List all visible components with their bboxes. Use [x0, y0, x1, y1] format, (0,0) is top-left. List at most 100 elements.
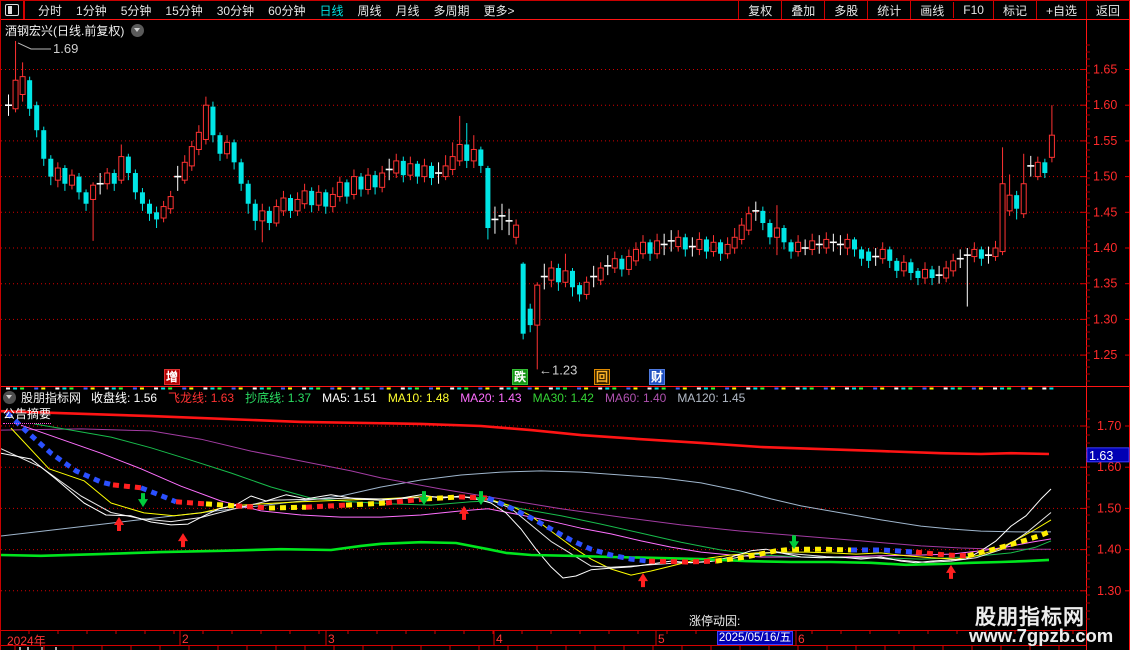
candle-down [1042, 162, 1048, 174]
candle-up [90, 184, 97, 200]
candle-down [485, 168, 491, 229]
indicator-value: MA60: 1.40 [604, 390, 667, 405]
candle-down [619, 258, 625, 270]
candle-up [513, 224, 520, 238]
rainbow-dotted-line [305, 502, 347, 510]
candle-down [210, 106, 216, 136]
ribbon-mark [929, 387, 934, 390]
period-menu-item[interactable]: 60分钟 [268, 2, 305, 19]
indicator-value: 抄底线: 1.37 [245, 390, 312, 405]
indicator-values: 收盘线: 1.56 飞龙线: 1.63 抄底线: 1.37 MA5: 1.51 MA10… [91, 389, 756, 406]
candle-down [760, 210, 766, 224]
tool-menu-item[interactable]: 返回 [1085, 1, 1129, 20]
ribbon-mark [943, 387, 948, 390]
candle-down [908, 262, 914, 273]
indicator-value: MA120: 1.45 [677, 390, 746, 405]
candle-up [442, 165, 449, 178]
rainbow-dotted-line [205, 501, 237, 509]
indicator-value: 飞龙线: 1.63 [168, 390, 235, 405]
candle-down [111, 173, 117, 184]
limit-up-reason-label: 涨停动因: [689, 614, 741, 628]
current-value-label: 1.63 [1089, 449, 1113, 463]
tools-menu: 复权 叠加 多股 统计 画线 F10 标记 +自选 返回 [738, 1, 1129, 20]
tool-menu-item[interactable]: 统计 [867, 1, 910, 20]
current-value-box [1086, 447, 1130, 463]
date-axis-label: 5 [658, 632, 665, 646]
candle-down [682, 237, 688, 250]
tool-menu-item[interactable]: 多股 [824, 1, 867, 20]
candle-up [943, 267, 950, 279]
period-menu-item[interactable]: 更多> [484, 2, 515, 19]
candle-down [245, 183, 251, 204]
candle-up [710, 241, 717, 253]
candle-down [266, 210, 272, 224]
main-axis-label: 1.55 [1093, 134, 1117, 148]
news-badge[interactable]: 跌 [512, 369, 528, 385]
candle-up [315, 191, 322, 206]
period-menu-item[interactable]: 5分钟 [121, 2, 152, 19]
tool-menu-item[interactable]: F10 [953, 2, 993, 18]
period-menu-item[interactable]: 1分钟 [76, 2, 107, 19]
rainbow-dotted-line [385, 496, 427, 506]
tool-menu-item[interactable]: +自选 [1035, 1, 1086, 20]
rainbow-dotted-line [715, 546, 794, 564]
window-icon[interactable] [5, 4, 19, 16]
sell-arrow-icon [476, 491, 486, 506]
candle-down [358, 176, 364, 190]
candle-up [583, 281, 590, 295]
candle-up [1020, 183, 1027, 215]
candle-up [160, 206, 167, 219]
news-badge[interactable]: 回 [594, 369, 610, 385]
candle-up [1006, 194, 1013, 212]
period-menu-item[interactable]: 15分钟 [165, 2, 202, 19]
period-menu-item[interactable]: 日线 [319, 2, 343, 19]
candle-up [640, 241, 646, 255]
date-axis-label: 6 [798, 632, 805, 646]
candle-up [971, 248, 978, 258]
chevron-down-icon[interactable] [3, 390, 16, 404]
candle-up [632, 248, 639, 262]
news-badge[interactable]: 增 [164, 369, 180, 385]
tool-menu-item[interactable]: 画线 [910, 1, 953, 20]
ribbon-mark [1049, 387, 1054, 390]
chevron-down-icon[interactable] [131, 24, 145, 37]
candle-up [336, 181, 343, 198]
candle-up [625, 256, 632, 270]
candle-down [62, 168, 68, 184]
rainbow-dotted-line [425, 494, 460, 502]
candle-up [654, 240, 661, 255]
tool-menu-item[interactable]: 复权 [738, 1, 781, 20]
tool-menu-item[interactable]: 标记 [992, 1, 1036, 20]
period-menu-item[interactable]: 30分钟 [217, 2, 254, 19]
main-axis-label: 1.25 [1093, 348, 1117, 362]
indicator-line-ma5 [1, 448, 1052, 568]
candle-up [611, 258, 618, 269]
period-menu-item[interactable]: 分时 [38, 2, 62, 19]
chart-title-row: 酒钢宏兴(日线.前复权) [5, 22, 145, 39]
rainbow-dotted-line [967, 528, 1052, 559]
news-badge[interactable]: 财 [649, 369, 665, 385]
rainbow-dotted-line [175, 499, 207, 507]
buy-arrow-icon [114, 517, 124, 532]
candle-up [202, 104, 209, 140]
tool-menu-item[interactable]: 叠加 [781, 1, 824, 20]
candle-up [195, 131, 202, 150]
lower-axis-label: 1.50 [1097, 501, 1121, 515]
period-menu-item[interactable]: 周线 [357, 2, 381, 19]
indicator-line-feilong [1, 409, 1050, 456]
candle-down [76, 176, 82, 193]
period-menu-item[interactable]: 多周期 [434, 2, 470, 19]
candle-down [414, 163, 420, 177]
rainbow-dotted-line [345, 500, 387, 508]
ribbon-mark [978, 387, 983, 390]
ribbon-mark [901, 387, 906, 390]
ribbon-mark [844, 387, 849, 390]
rainbow-dotted-line [851, 547, 917, 555]
candle-up [992, 247, 999, 258]
panel-label-announcement[interactable]: 公告摘要 [3, 405, 52, 424]
ribbon-mark [1042, 387, 1047, 390]
period-menu-item[interactable]: 月线 [396, 2, 420, 19]
candle-up [999, 183, 1006, 253]
top-menubar: 分时 1分钟 5分钟 15分钟 30分钟 60分钟 日线 周线 月线 多周期 更多> 复权 叠加 多股统… [1, 1, 1130, 20]
date-axis-label: 3 [328, 632, 335, 646]
